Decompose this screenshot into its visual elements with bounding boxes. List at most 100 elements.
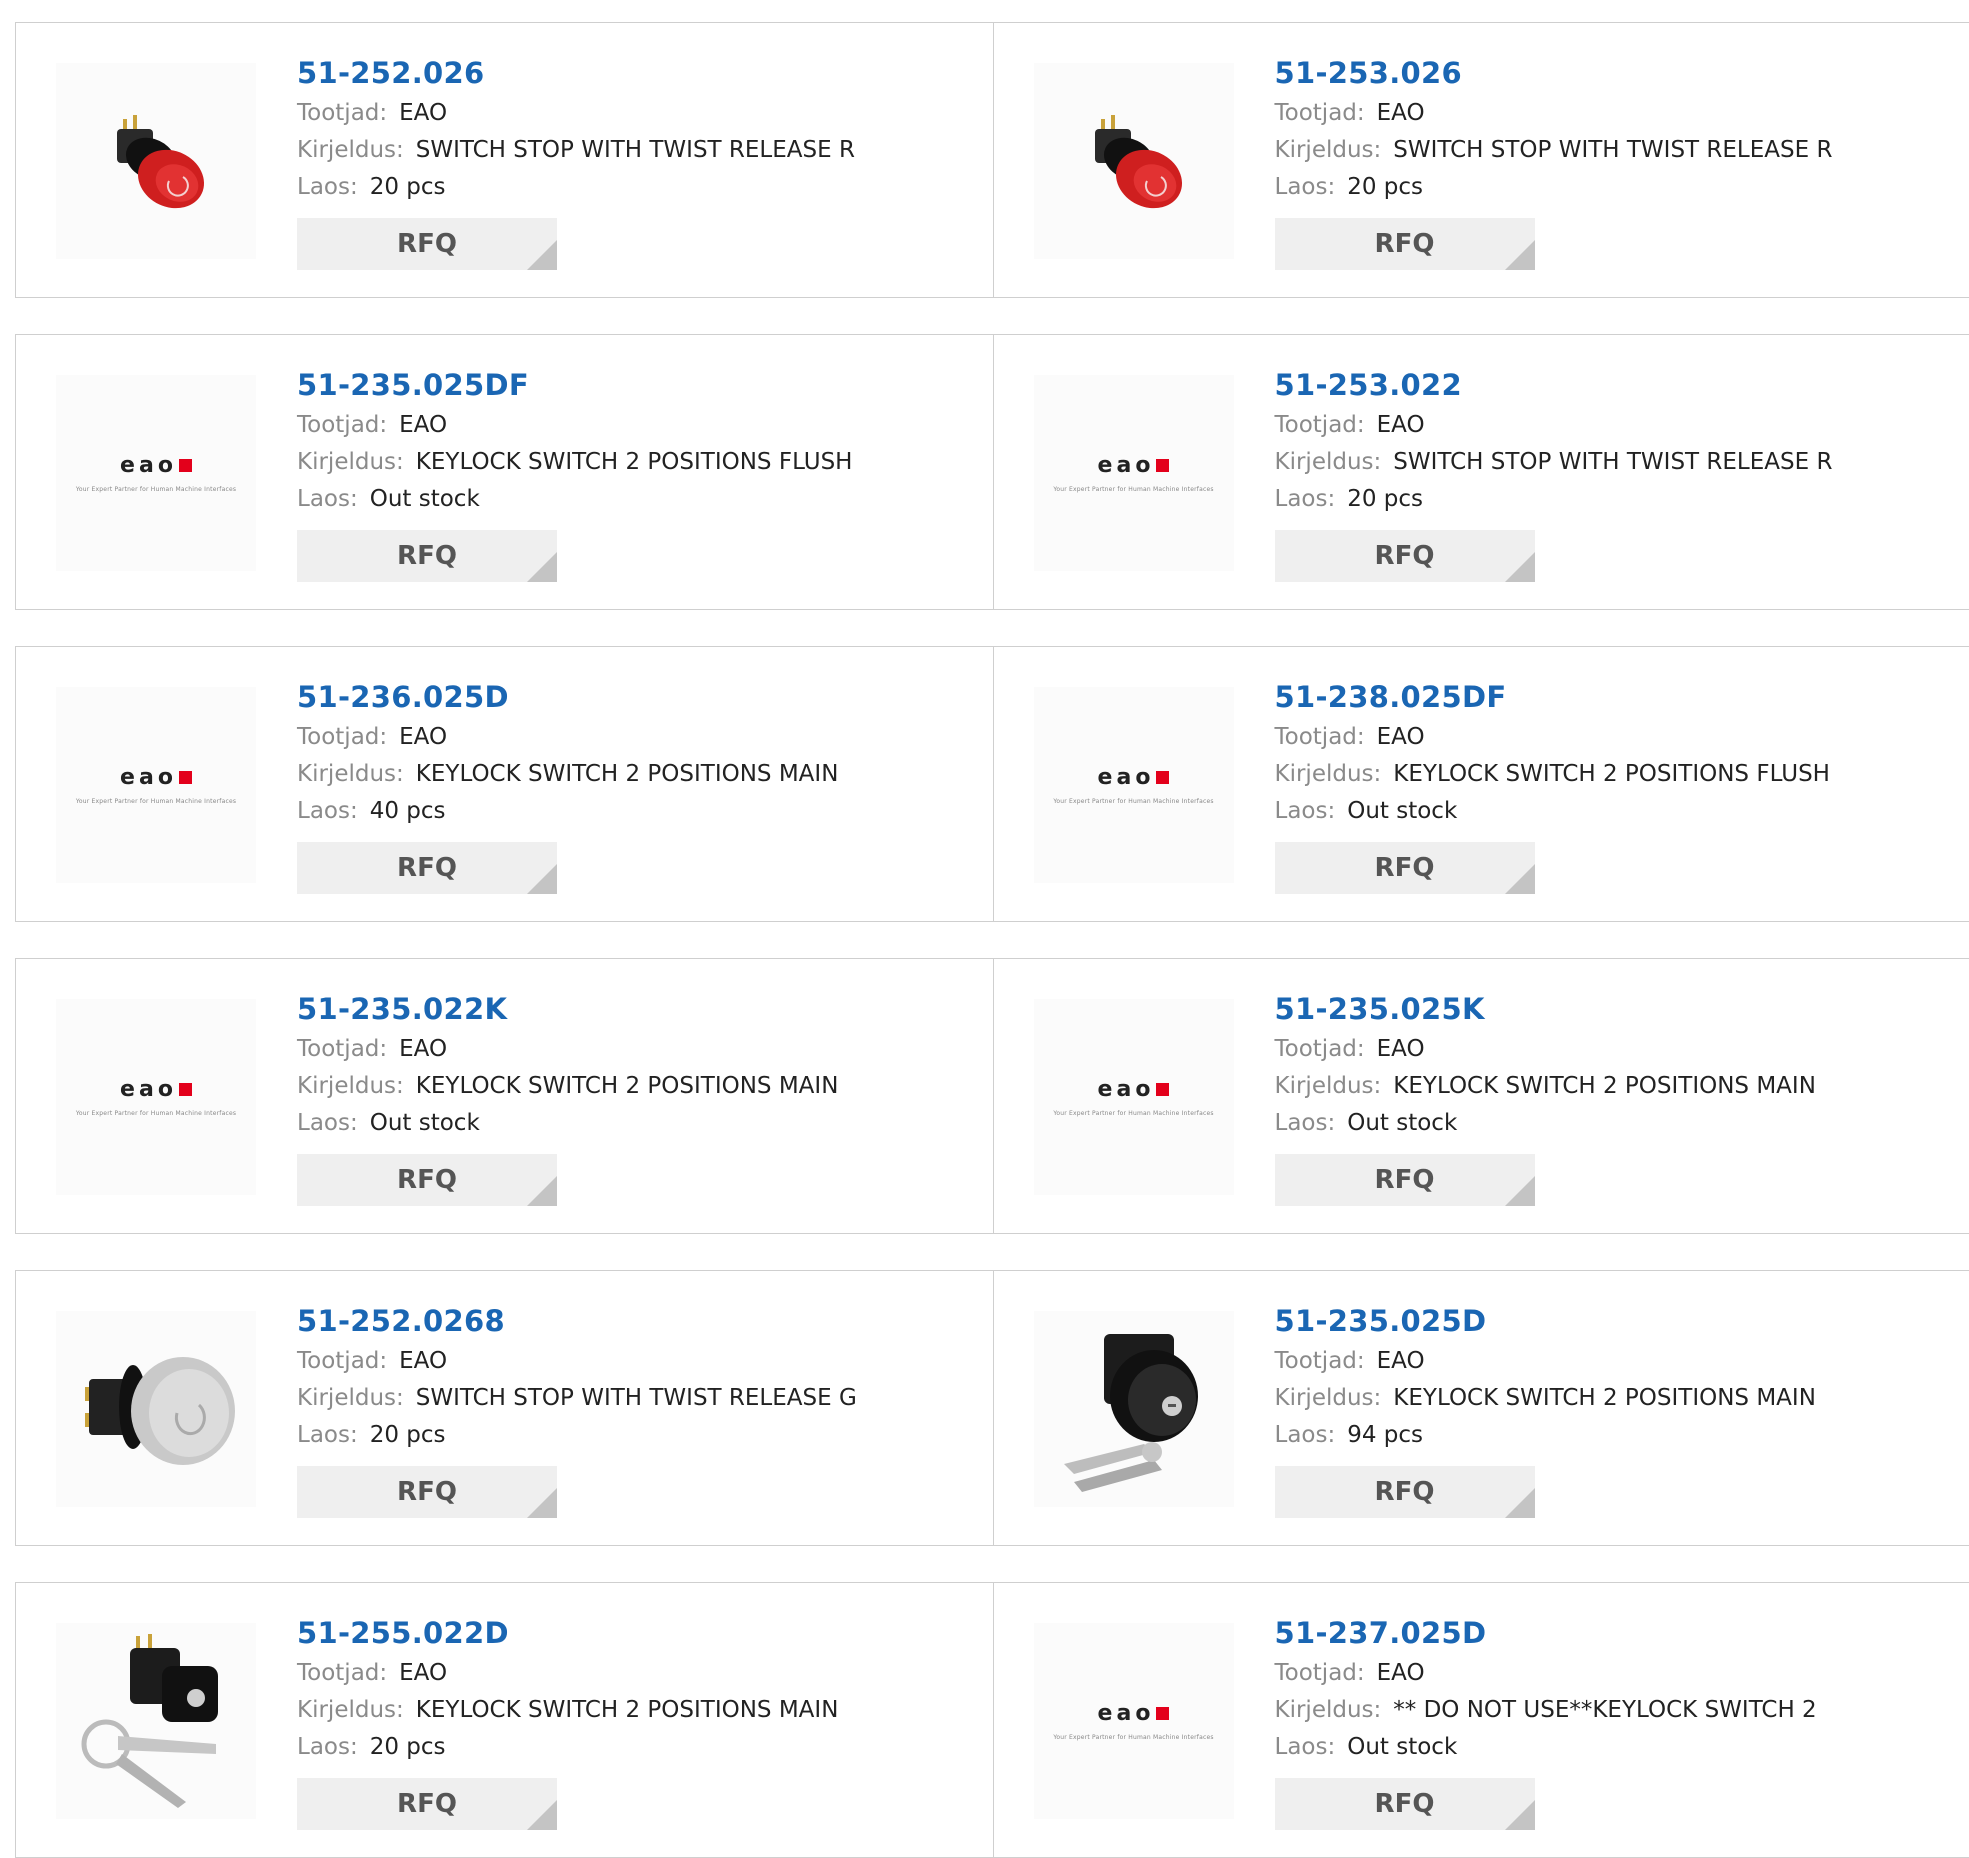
- product-info: 51-253.026 Tootjad:EAO Kirjeldus:SWITCH …: [1275, 51, 1833, 270]
- rfq-corner-decoration: [527, 552, 557, 582]
- product-image[interactable]: eao Your Expert Partner for Human Machin…: [56, 999, 256, 1195]
- manufacturer-label: Tootjad:: [297, 1036, 387, 1062]
- rfq-button[interactable]: RFQ: [297, 530, 557, 582]
- description-field: Kirjeldus:KEYLOCK SWITCH 2 POSITIONS MAI…: [297, 756, 838, 793]
- manufacturer-label: Tootjad:: [1275, 412, 1365, 438]
- product-image[interactable]: [56, 1311, 256, 1507]
- rfq-button-label: RFQ: [397, 853, 457, 883]
- stock-value: Out stock: [370, 486, 480, 512]
- product-row: 51-252.0268 Tootjad:EAO Kirjeldus:SWITCH…: [15, 1270, 1969, 1546]
- product-image[interactable]: eao Your Expert Partner for Human Machin…: [1034, 999, 1234, 1195]
- manufacturer-label: Tootjad:: [1275, 1348, 1365, 1374]
- description-field: Kirjeldus:KEYLOCK SWITCH 2 POSITIONS FLU…: [1275, 756, 1830, 793]
- eao-logo-word: eao: [1098, 765, 1155, 790]
- part-number-link[interactable]: 51-237.025D: [1275, 1611, 1817, 1655]
- product-info: 51-235.022K Tootjad: EAO Kirjeldus:KEYLOC…: [297, 987, 838, 1206]
- product-card: eao Your Expert Partner for Human Machin…: [993, 647, 1969, 921]
- eao-logo-square: [179, 771, 192, 784]
- product-image[interactable]: eao Your Expert Partner for Human Machin…: [56, 375, 256, 571]
- product-image[interactable]: [56, 1623, 256, 1819]
- product-image[interactable]: eao Your Expert Partner for Human Machin…: [1034, 1623, 1234, 1819]
- product-row: eao Your Expert Partner for Human Machin…: [15, 334, 1969, 610]
- rfq-button[interactable]: RFQ: [1275, 530, 1535, 582]
- product-card: 51-235.025D Tootjad:EAO Kirjeldus:KEYLOC…: [993, 1271, 1969, 1545]
- eao-logo-tagline: Your Expert Partner for Human Machine In…: [76, 1110, 236, 1117]
- part-number-link[interactable]: 51-252.026: [297, 51, 855, 95]
- eao-logo-tagline: Your Expert Partner for Human Machine In…: [76, 798, 236, 805]
- product-card: eao Your Expert Partner for Human Machin…: [16, 959, 993, 1233]
- rfq-button-label: RFQ: [1375, 229, 1435, 259]
- description-field: Kirjeldus:SWITCH STOP WITH TWIST RELEASE…: [1275, 444, 1833, 481]
- product-image[interactable]: eao Your Expert Partner for Human Machin…: [1034, 375, 1234, 571]
- rfq-button[interactable]: RFQ: [1275, 1466, 1535, 1518]
- part-number-link[interactable]: 51-252.0268: [297, 1299, 857, 1343]
- manufacturer-value: EAO: [399, 1036, 447, 1062]
- part-number-link[interactable]: 51-253.026: [1275, 51, 1833, 95]
- stock-field: Laos:40 pcs: [297, 793, 838, 830]
- stock-value: Out stock: [1347, 798, 1457, 824]
- eao-logo-square: [1156, 771, 1169, 784]
- stock-field: Laos:Out stock: [1275, 1105, 1816, 1142]
- rfq-corner-decoration: [527, 1488, 557, 1518]
- rfq-button[interactable]: RFQ: [297, 1778, 557, 1830]
- description-value: KEYLOCK SWITCH 2 POSITIONS MAIN: [416, 1073, 839, 1099]
- rfq-button[interactable]: RFQ: [1275, 218, 1535, 270]
- rfq-button[interactable]: RFQ: [297, 218, 557, 270]
- part-number-link[interactable]: 51-235.025DF: [297, 363, 852, 407]
- stock-label: Laos:: [1275, 486, 1336, 512]
- description-label: Kirjeldus:: [1275, 449, 1382, 475]
- rfq-button[interactable]: RFQ: [1275, 1778, 1535, 1830]
- stock-value: 20 pcs: [370, 174, 446, 200]
- grey-stop-switch-image: [71, 1329, 241, 1489]
- part-number-link[interactable]: 51-236.025D: [297, 675, 838, 719]
- rfq-corner-decoration: [527, 1176, 557, 1206]
- eao-logo-tagline: Your Expert Partner for Human Machine In…: [76, 486, 236, 493]
- rfq-corner-decoration: [1505, 1800, 1535, 1830]
- product-image[interactable]: eao Your Expert Partner for Human Machin…: [56, 687, 256, 883]
- product-image[interactable]: [56, 63, 256, 259]
- eao-logo-tagline: Your Expert Partner for Human Machine In…: [1053, 1110, 1213, 1117]
- product-info: 51-236.025D Tootjad:EAO Kirjeldus:KEYLOC…: [297, 675, 838, 894]
- product-image[interactable]: [1034, 63, 1234, 259]
- product-card: 51-255.022D Tootjad:EAO Kirjeldus:KEYLOC…: [16, 1583, 993, 1857]
- part-number-link[interactable]: 51-238.025DF: [1275, 675, 1830, 719]
- product-image[interactable]: eao Your Expert Partner for Human Machin…: [1034, 687, 1234, 883]
- product-card: eao Your Expert Partner for Human Machin…: [993, 959, 1969, 1233]
- description-value: KEYLOCK SWITCH 2 POSITIONS FLUSH: [416, 449, 853, 475]
- rfq-button[interactable]: RFQ: [1275, 842, 1535, 894]
- manufacturer-field: Tootjad:EAO: [1275, 1031, 1816, 1068]
- product-row: 51-252.026 Tootjad:EAO Kirjeldus:SWITCH …: [15, 22, 1969, 298]
- description-field: Kirjeldus:KEYLOCK SWITCH 2 POSITIONS MAI…: [297, 1068, 838, 1105]
- manufacturer-field: Tootjad:EAO: [1275, 1343, 1816, 1380]
- rfq-button[interactable]: RFQ: [297, 842, 557, 894]
- manufacturer-label: Tootjad:: [297, 412, 387, 438]
- rfq-button[interactable]: RFQ: [1275, 1154, 1535, 1206]
- rfq-corner-decoration: [1505, 1488, 1535, 1518]
- stock-field: Laos:20 pcs: [297, 1729, 838, 1766]
- eao-logo-tagline: Your Expert Partner for Human Machine In…: [1053, 486, 1213, 493]
- product-card: eao Your Expert Partner for Human Machin…: [993, 335, 1969, 609]
- product-image[interactable]: [1034, 1311, 1234, 1507]
- keylock-square-image: [66, 1626, 246, 1816]
- manufacturer-field: Tootjad:EAO: [297, 95, 855, 132]
- product-card: 51-252.026 Tootjad:EAO Kirjeldus:SWITCH …: [16, 23, 993, 297]
- description-field: Kirjeldus: KEYLOCK SWITCH 2 POSITIONS MAI…: [297, 1692, 838, 1729]
- stock-value: Out stock: [370, 1110, 480, 1136]
- rfq-button[interactable]: RFQ: [297, 1154, 557, 1206]
- part-number-link[interactable]: 51-235.022K: [297, 987, 838, 1031]
- part-number-link[interactable]: 51-253.022: [1275, 363, 1833, 407]
- rfq-corner-decoration: [1505, 1176, 1535, 1206]
- stock-label: Laos:: [1275, 798, 1336, 824]
- description-label: Kirjeldus:: [297, 449, 404, 475]
- rfq-button[interactable]: RFQ: [297, 1466, 557, 1518]
- manufacturer-label: Tootjad:: [297, 724, 387, 750]
- keylock-round-image: [1044, 1314, 1224, 1504]
- part-number-link[interactable]: 51-235.025K: [1275, 987, 1816, 1031]
- description-label: Kirjeldus:: [297, 1697, 404, 1723]
- red-stop-switch-image: [1059, 101, 1209, 221]
- description-value: KEYLOCK SWITCH 2 POSITIONS FLUSH: [1393, 761, 1830, 787]
- description-value: KEYLOCK SWITCH 2 POSITIONS MAIN: [416, 1697, 839, 1723]
- part-number-link[interactable]: 51-255.022D: [297, 1611, 838, 1655]
- stock-field: Laos:20 pcs: [297, 1417, 857, 1454]
- part-number-link[interactable]: 51-235.025D: [1275, 1299, 1816, 1343]
